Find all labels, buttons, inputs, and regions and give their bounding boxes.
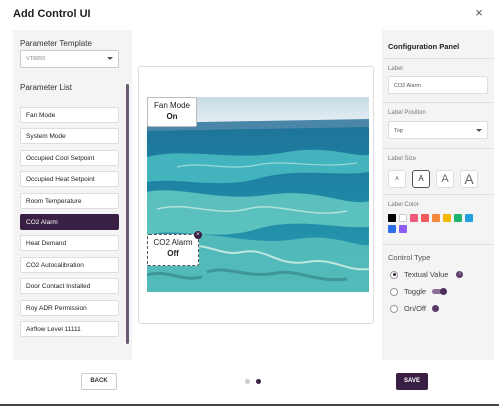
parameter-panel: Parameter Template VT8650 Parameter List… [13, 30, 132, 360]
color-swatch[interactable] [388, 214, 396, 222]
chevron-down-icon [476, 129, 482, 132]
remove-icon[interactable]: × [194, 231, 202, 239]
chevron-down-icon [107, 57, 113, 60]
preview-canvas: Fan Mode On CO2 Alarm Off × [132, 30, 382, 360]
label-position-value: Top [394, 128, 403, 134]
radio-unchecked[interactable] [390, 287, 398, 296]
color-swatch[interactable] [443, 214, 451, 222]
parameter-list: Fan Mode System Mode Occupied Cool Setpoin… [20, 107, 119, 342]
co2-alarm-control[interactable]: CO2 Alarm Off × [147, 231, 202, 266]
size-m-button[interactable]: A [436, 170, 454, 188]
control-label: Fan Mode [153, 101, 191, 110]
divider [382, 244, 494, 245]
divider [382, 148, 494, 149]
control-label: CO2 Alarm [153, 238, 193, 247]
toggle-icon [432, 287, 448, 295]
dialog-footer: BACK SAVE [0, 360, 499, 406]
color-swatch[interactable] [432, 214, 440, 222]
color-swatch[interactable] [410, 214, 418, 222]
size-xs-button[interactable]: A [388, 170, 406, 188]
parameter-list-item[interactable]: System Mode [20, 128, 119, 145]
label-position-label: Label Position [388, 110, 426, 116]
parameter-list-item[interactable]: Airflow Level 11111 [20, 320, 119, 337]
parameter-list-item[interactable]: CO2 Alarm [20, 213, 119, 230]
color-swatch[interactable] [388, 225, 396, 233]
back-button[interactable]: BACK [81, 373, 117, 390]
dialog-header: Add Control UI × [0, 0, 499, 30]
color-swatch[interactable] [399, 214, 407, 222]
label-size-options: A A A A [388, 170, 478, 188]
parameter-list-item[interactable]: Fan Mode [20, 107, 119, 123]
parameter-list-item[interactable]: CO2 Autocalibration [20, 256, 119, 273]
radio-checked[interactable] [390, 270, 398, 279]
parameter-list-item[interactable]: Room Temperature [20, 192, 119, 209]
step-dot-active [256, 379, 261, 384]
divider [382, 102, 494, 103]
close-icon[interactable]: × [471, 5, 487, 21]
radio-label: Toggle [404, 287, 427, 296]
label-field-label: Label [388, 66, 403, 72]
configuration-panel: Configuration Panel Label CO2 Alarm Labe… [382, 30, 494, 360]
radio-label: On/Off [404, 304, 426, 313]
parameter-template-select[interactable]: VT8650 [20, 50, 119, 68]
control-type-toggle[interactable]: Toggle [390, 287, 448, 296]
image-frame: Fan Mode On CO2 Alarm Off × [138, 66, 374, 324]
step-indicator [245, 379, 261, 384]
label-color-label: Label Color [388, 202, 419, 208]
control-type-textual[interactable]: Textual Value i [390, 270, 464, 279]
color-swatch[interactable] [421, 214, 429, 222]
parameter-list-item[interactable]: Occupied Heat Setpoint [20, 171, 119, 188]
label-input[interactable]: CO2 Alarm [388, 76, 488, 94]
parameter-list-item[interactable]: Occupied Cool Setpoint [20, 149, 119, 166]
control-value: On [166, 112, 178, 121]
step-dot [245, 379, 250, 384]
label-position-select[interactable]: Top [388, 121, 488, 139]
label-input-value: CO2 Alarm [394, 83, 421, 89]
power-icon [431, 305, 439, 312]
parameter-list-scrollbar[interactable] [126, 84, 129, 344]
add-control-dialog: Add Control UI × Parameter Template VT86… [0, 0, 499, 406]
radio-unchecked[interactable] [390, 304, 398, 313]
divider [382, 58, 494, 59]
color-swatch[interactable] [465, 214, 473, 222]
label-size-label: Label Size [388, 156, 417, 162]
scrollbar-thumb[interactable] [126, 84, 129, 344]
control-type-onoff[interactable]: On/Off [390, 304, 439, 313]
dialog-body: Parameter Template VT8650 Parameter List… [13, 30, 494, 360]
parameter-list-label: Parameter List [20, 83, 73, 92]
size-s-button[interactable]: A [412, 170, 430, 188]
size-l-button[interactable]: A [460, 170, 478, 188]
save-button[interactable]: SAVE [396, 373, 428, 390]
parameter-list-item[interactable]: Door Contact Installed [20, 278, 119, 295]
panel-title: Configuration Panel [388, 42, 460, 51]
label-color-swatches [388, 214, 478, 233]
color-swatch[interactable] [454, 214, 462, 222]
control-value: Off [167, 249, 179, 258]
color-swatch[interactable] [399, 225, 407, 233]
parameter-list-item[interactable]: Heat Demand [20, 235, 119, 252]
parameter-template-value: VT8650 [26, 56, 46, 62]
parameter-list-item[interactable]: Roy ADR Permission [20, 299, 119, 316]
control-type-label: Control Type [388, 253, 431, 262]
fan-mode-control[interactable]: Fan Mode On [147, 97, 197, 127]
info-icon[interactable]: i [456, 271, 464, 278]
parameter-template-label: Parameter Template [20, 39, 92, 48]
radio-label: Textual Value [404, 270, 449, 279]
dialog-title: Add Control UI [13, 8, 91, 20]
divider [382, 194, 494, 195]
